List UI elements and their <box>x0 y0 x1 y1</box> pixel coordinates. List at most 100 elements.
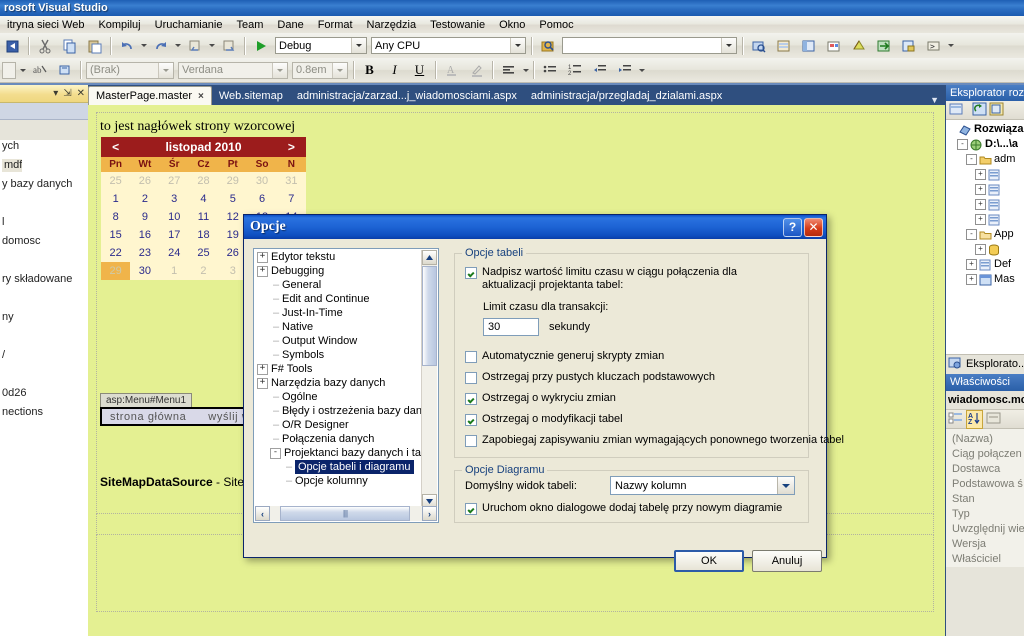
left-tree-row[interactable] <box>0 368 88 381</box>
table-option-checkbox-row-3[interactable]: Ostrzegaj o modyfikacji tabel <box>465 413 623 426</box>
style-combo[interactable] <box>2 61 16 79</box>
calendar-day-cell[interactable]: 4 <box>189 190 218 208</box>
background-color-icon[interactable] <box>465 59 488 82</box>
options-category-tree[interactable]: + Edytor tekstu + Debugging – General – Edit an… <box>253 248 439 523</box>
document-tab-3[interactable]: administracja/przegladaj_dzialami.aspx <box>524 86 729 105</box>
menu-item-3[interactable]: Team <box>230 17 271 33</box>
left-tree-row[interactable] <box>0 330 88 343</box>
calendar-day-cell[interactable]: 6 <box>247 190 276 208</box>
solution-configuration-combo[interactable]: Debug <box>275 37 367 54</box>
options-tree-node[interactable]: –Błędy i ostrzeżenia bazy danych <box>255 404 423 418</box>
refresh-icon[interactable] <box>972 102 987 119</box>
categorized-icon[interactable] <box>948 411 963 428</box>
window-dropdown-icon[interactable]: ▾ <box>53 88 58 99</box>
options-tree-node[interactable]: – Opcje tabeli i diagramu <box>255 460 423 474</box>
solution-tree-node[interactable]: Rozwiązani <box>946 122 1024 137</box>
calendar-day-cell[interactable]: 18 <box>189 226 218 244</box>
collapse-icon[interactable]: - <box>966 229 977 240</box>
expand-icon[interactable]: + <box>975 199 986 210</box>
options-tree-node[interactable]: – Just-In-Time <box>255 306 423 320</box>
increase-indent-icon[interactable] <box>613 59 636 82</box>
publish-icon[interactable] <box>872 34 895 57</box>
options-tree-node[interactable]: – Native <box>255 320 423 334</box>
override-timeout-checkbox-row[interactable]: Nadpisz wartość limitu czasu w ciągu poł… <box>465 266 795 292</box>
menu-item-2[interactable]: Uruchamianie <box>148 17 230 33</box>
property-row[interactable]: Podstawowa ś <box>946 477 1024 492</box>
calendar-day-cell[interactable]: 17 <box>160 226 189 244</box>
menu-item-7[interactable]: Testowanie <box>423 17 492 33</box>
asp-menu-item-0[interactable]: strona główna <box>110 411 186 423</box>
menu-item-6[interactable]: Narzędzia <box>360 17 424 33</box>
navigate-backward-icon[interactable] <box>183 34 206 57</box>
collapse-icon[interactable]: - <box>957 139 968 150</box>
toolbar-overflow-icon[interactable] <box>946 35 955 56</box>
solution-explorer-tree[interactable]: Rozwiązani-D:\...\a-adm++++-App++Def+Mas <box>946 120 1024 354</box>
left-tree-row[interactable]: l <box>0 216 88 229</box>
find-in-files-icon[interactable] <box>536 34 559 57</box>
calendar-day-cell[interactable]: 25 <box>101 172 130 190</box>
command-window-icon[interactable]: > <box>922 34 945 57</box>
undo-dropdown-icon[interactable] <box>139 35 148 56</box>
calendar-day-cell[interactable]: 5 <box>218 190 247 208</box>
calendar-day-cell[interactable]: 28 <box>189 172 218 190</box>
properties-icon[interactable] <box>949 102 964 119</box>
calendar-day-cell[interactable]: 23 <box>130 244 159 262</box>
calendar-day-cell[interactable]: 24 <box>160 244 189 262</box>
navigate-forward-icon[interactable] <box>217 34 240 57</box>
chevron-down-icon[interactable] <box>721 38 736 53</box>
calendar-day-cell[interactable]: 9 <box>130 208 159 226</box>
find-combo[interactable] <box>562 37 737 54</box>
document-tab-0[interactable]: MasterPage.master × <box>88 86 212 105</box>
copy-icon[interactable] <box>58 34 81 57</box>
calendar-day-cell[interactable]: 2 <box>189 262 218 280</box>
bold-button[interactable]: B <box>358 59 381 82</box>
calendar-day-cell[interactable]: 27 <box>160 172 189 190</box>
menu-item-0[interactable]: itryna sieci Web <box>0 17 91 33</box>
calendar-day-cell[interactable]: 7 <box>277 190 306 208</box>
solution-tree-node[interactable]: - D:\...\a <box>946 137 1024 152</box>
cancel-button[interactable]: Anuluj <box>752 550 822 572</box>
left-tree-row[interactable] <box>0 197 88 210</box>
property-row[interactable]: Dostawca <box>946 462 1024 477</box>
property-row[interactable]: Właściciel <box>946 552 1024 567</box>
calendar-next-button[interactable]: > <box>277 137 306 157</box>
property-row[interactable]: Ciąg połączen <box>946 447 1024 462</box>
undo-icon[interactable] <box>115 34 138 57</box>
error-list-icon[interactable] <box>847 34 870 57</box>
font-family-combo[interactable]: Verdana <box>178 61 288 79</box>
alphabetic-icon[interactable]: AZ <box>966 409 983 429</box>
h-scroll-thumb[interactable]: |||| <box>280 506 410 521</box>
collapse-icon[interactable]: - <box>270 447 281 459</box>
property-row[interactable]: Stan <box>946 492 1024 507</box>
calendar-day-cell[interactable]: 26 <box>130 172 159 190</box>
launch-add-table-checkbox-row[interactable]: Uruchom okno dialogowe dodaj tabelę przy… <box>465 502 782 515</box>
expand-icon[interactable]: + <box>975 184 986 195</box>
table-option-checkbox-3[interactable] <box>465 414 477 426</box>
options-category-tree-items[interactable]: + Edytor tekstu + Debugging – General – Edit an… <box>255 250 423 509</box>
pin-icon[interactable]: ⇲ <box>63 88 71 99</box>
start-debug-icon[interactable] <box>249 34 272 57</box>
left-tree-row[interactable]: ny <box>0 311 88 324</box>
align-left-icon[interactable] <box>497 59 520 82</box>
left-tree-row[interactable]: ych <box>0 140 88 153</box>
style-application-icon[interactable] <box>53 59 76 82</box>
left-tool-window-tree[interactable]: ych mdf y bazy danych l domosc ry składowane n… <box>0 140 88 636</box>
property-row[interactable]: Wersja <box>946 537 1024 552</box>
decrease-indent-icon[interactable] <box>588 59 611 82</box>
expand-icon[interactable]: + <box>966 274 977 285</box>
chevron-down-icon[interactable] <box>510 38 525 53</box>
properties-window-icon[interactable] <box>772 34 795 57</box>
scroll-up-arrow[interactable] <box>422 250 437 265</box>
formatting-overflow-icon[interactable] <box>637 60 646 81</box>
chevron-down-icon[interactable] <box>351 38 366 53</box>
options-tree-node[interactable]: – O/R Designer <box>255 418 423 432</box>
underline-button[interactable]: U <box>408 59 431 82</box>
close-icon[interactable]: ✕ <box>77 88 85 99</box>
chevron-down-icon[interactable] <box>332 62 347 78</box>
tree-vertical-scrollbar[interactable] <box>421 250 437 509</box>
transaction-timeout-input[interactable]: 30 <box>483 318 539 336</box>
options-tree-node[interactable]: + Debugging <box>255 264 423 278</box>
left-tree-row[interactable]: mdf <box>0 159 88 172</box>
calendar-day-cell[interactable]: 3 <box>160 190 189 208</box>
table-option-checkbox-row-4[interactable]: Zapobiegaj zapisywaniu zmian wymagającyc… <box>465 434 844 447</box>
